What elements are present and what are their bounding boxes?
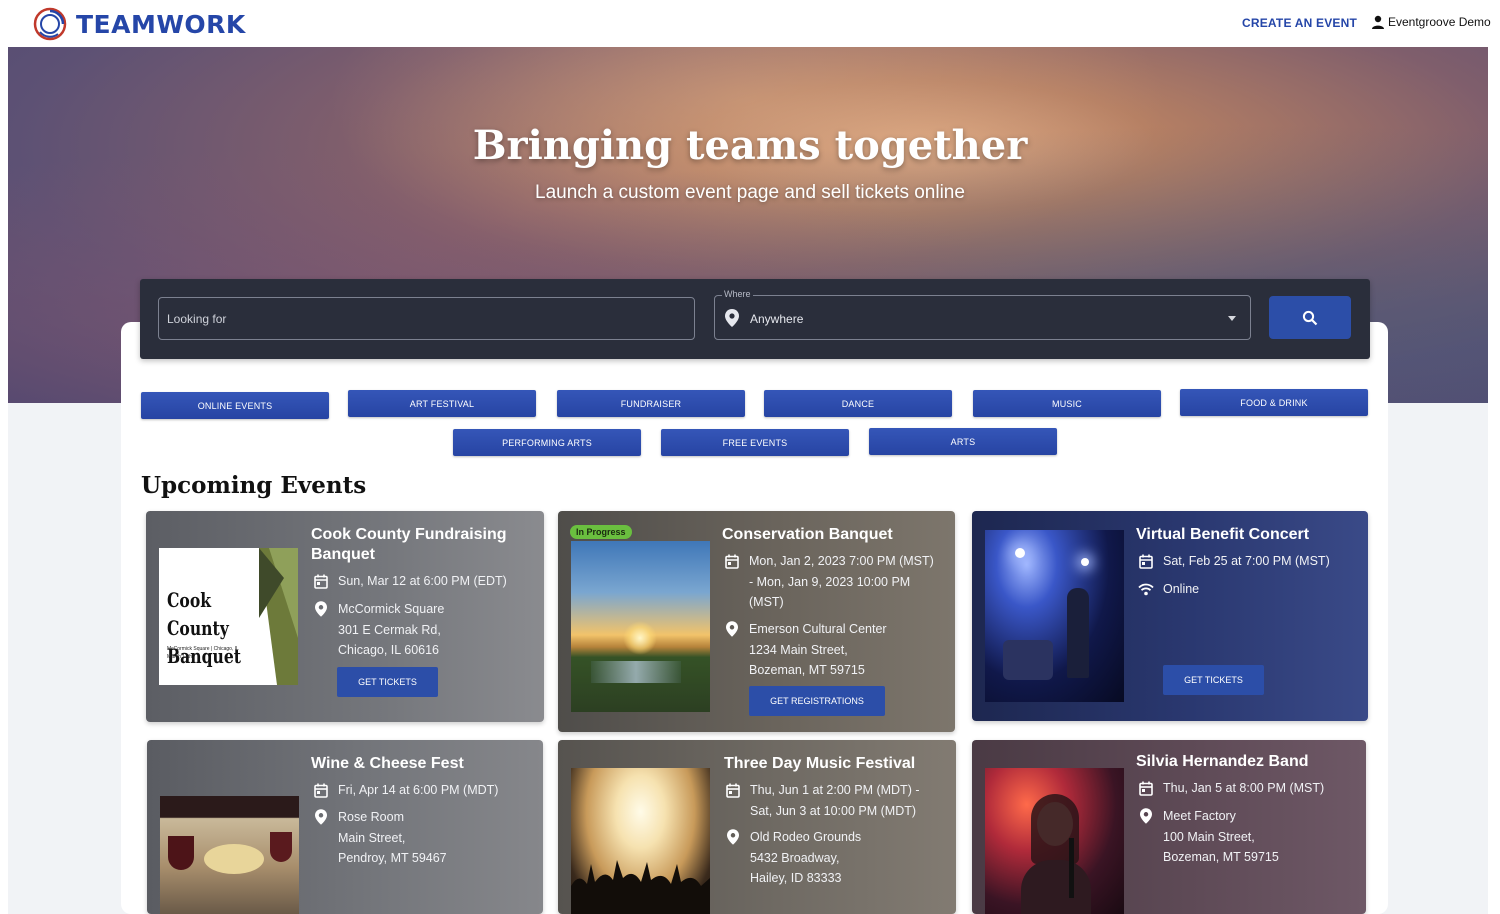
- category-online-events[interactable]: ONLINE EVENTS: [141, 392, 329, 419]
- create-event-link[interactable]: CREATE AN EVENT: [1242, 16, 1357, 30]
- brand-logo[interactable]: TEAMWORK: [32, 5, 246, 43]
- get-tickets-button[interactable]: GET TICKETS: [337, 667, 438, 697]
- event-image: Cook County Banquet McCormick Square | C…: [159, 548, 298, 685]
- event-date: Thu, Jun 1 at 2:00 PM (MDT) - Sat, Jun 3 …: [725, 780, 920, 821]
- location-pin-icon: [313, 599, 329, 619]
- calendar-icon: [313, 571, 329, 591]
- location-pin-icon: [1138, 806, 1154, 826]
- event-card-three-day-music-festival[interactable]: Three Day Music Festival Thu, Jun 1 at 2…: [558, 740, 956, 914]
- category-dance[interactable]: DANCE: [764, 390, 952, 417]
- brand-name: TEAMWORK: [76, 9, 246, 39]
- poster-subtitle: McCormick Square | Chicago, IL: [167, 646, 239, 652]
- event-image: [985, 768, 1124, 914]
- in-progress-badge: In Progress: [570, 525, 632, 539]
- category-art-festival[interactable]: ART FESTIVAL: [348, 390, 536, 417]
- hero-title: Bringing teams together: [472, 122, 1028, 169]
- user-menu[interactable]: Eventgroove Demo: [1371, 15, 1491, 29]
- event-date: Sun, Mar 12 at 6:00 PM (EDT): [313, 571, 507, 592]
- wine-glass: [168, 836, 194, 870]
- event-date: Mon, Jan 2, 2023 7:00 PM (MST) - Mon, Jan…: [724, 551, 934, 613]
- event-card-wine-cheese-fest[interactable]: Wine & Cheese Fest Fri, Apr 14 at 6:00 P…: [147, 740, 543, 914]
- upcoming-events-heading: Upcoming Events: [141, 472, 367, 499]
- get-tickets-button[interactable]: GET TICKETS: [1163, 665, 1264, 695]
- singer-body: [1021, 860, 1091, 914]
- event-title[interactable]: Cook County Fundraising Banquet: [311, 525, 526, 565]
- calendar-icon: [725, 780, 741, 800]
- event-image: [160, 796, 299, 914]
- where-value: Anywhere: [750, 312, 804, 326]
- event-location: Meet Factory 100 Main Street, Bozeman, MT …: [1138, 806, 1279, 868]
- event-location: Online: [1138, 579, 1199, 600]
- drum-kit: [1003, 640, 1053, 680]
- search-button[interactable]: [1269, 296, 1351, 339]
- event-image: [985, 530, 1124, 702]
- stage-light-2: [1081, 558, 1089, 566]
- event-title[interactable]: Silvia Hernandez Band: [1136, 752, 1356, 772]
- event-title[interactable]: Virtual Benefit Concert: [1136, 525, 1356, 545]
- hero-subtitle: Launch a custom event page and sell tick…: [535, 182, 965, 203]
- event-location: Rose Room Main Street, Pendroy, MT 59467: [313, 807, 447, 869]
- crowd-silhouette: [571, 860, 710, 914]
- microphone: [1069, 838, 1074, 898]
- event-card-conservation-banquet[interactable]: In Progress Conservation Banquet Mon, Ja…: [558, 511, 955, 732]
- search-icon: [1302, 310, 1318, 325]
- event-location: Old Rodeo Grounds 5432 Broadway, Hailey, I…: [725, 827, 861, 889]
- event-image: [571, 541, 710, 712]
- location-pin-icon: [724, 619, 740, 639]
- looking-for-field[interactable]: [158, 297, 695, 340]
- calendar-icon: [1138, 551, 1154, 571]
- category-fundraiser[interactable]: FUNDRAISER: [557, 390, 745, 417]
- user-name: Eventgroove Demo: [1388, 15, 1491, 29]
- stage-light-1: [1015, 548, 1025, 558]
- calendar-icon: [313, 780, 329, 800]
- category-music[interactable]: MUSIC: [973, 390, 1161, 417]
- event-date: Fri, Apr 14 at 6:00 PM (MDT): [313, 780, 498, 801]
- event-date: Sat, Feb 25 at 7:00 PM (MST): [1138, 551, 1330, 572]
- event-location: McCormick Square 301 E Cermak Rd, Chicago,…: [313, 599, 444, 661]
- event-card-silvia-hernandez-band[interactable]: Silvia Hernandez Band Thu, Jan 5 at 8:00…: [972, 740, 1366, 914]
- sun-glow: [623, 621, 657, 655]
- event-card-cook-county[interactable]: Cook County Banquet McCormick Square | C…: [146, 511, 544, 722]
- event-date: Thu, Jan 5 at 8:00 PM (MST): [1138, 778, 1324, 799]
- event-title[interactable]: Wine & Cheese Fest: [311, 754, 531, 774]
- teamwork-logo-icon: [33, 7, 67, 41]
- cheese-plate: [204, 844, 264, 874]
- water-reflection: [591, 661, 681, 683]
- looking-for-input[interactable]: [159, 298, 694, 339]
- wine-glass-2: [270, 832, 292, 862]
- category-free-events[interactable]: FREE EVENTS: [661, 429, 849, 456]
- category-arts[interactable]: ARTS: [869, 428, 1057, 455]
- where-label: Where: [722, 289, 753, 299]
- location-pin-icon: [725, 827, 741, 847]
- event-location: Emerson Cultural Center 1234 Main Street,…: [724, 619, 887, 681]
- calendar-icon: [724, 551, 740, 571]
- chevron-down-icon: [1228, 316, 1236, 321]
- location-pin-icon: [313, 807, 329, 827]
- category-food-drink[interactable]: FOOD & DRINK: [1180, 389, 1368, 416]
- event-card-virtual-benefit-concert[interactable]: Virtual Benefit Concert Sat, Feb 25 at 7…: [972, 511, 1368, 721]
- category-performing-arts[interactable]: PERFORMING ARTS: [453, 429, 641, 456]
- event-title[interactable]: Three Day Music Festival: [724, 754, 944, 774]
- event-title[interactable]: Conservation Banquet: [722, 525, 942, 545]
- poster-date: March 12th: [167, 654, 193, 660]
- search-panel: Where Anywhere: [140, 279, 1370, 359]
- top-nav: TEAMWORK CREATE AN EVENT Eventgroove Dem…: [0, 0, 1500, 47]
- location-pin-icon: [725, 309, 739, 327]
- event-image: [571, 768, 710, 914]
- wifi-icon: [1138, 579, 1154, 599]
- where-select[interactable]: Where Anywhere: [714, 289, 1251, 340]
- calendar-icon: [1138, 778, 1154, 798]
- performer-silhouette: [1067, 588, 1089, 678]
- user-icon: [1372, 15, 1384, 29]
- get-registrations-button[interactable]: GET REGISTRATIONS: [749, 686, 885, 716]
